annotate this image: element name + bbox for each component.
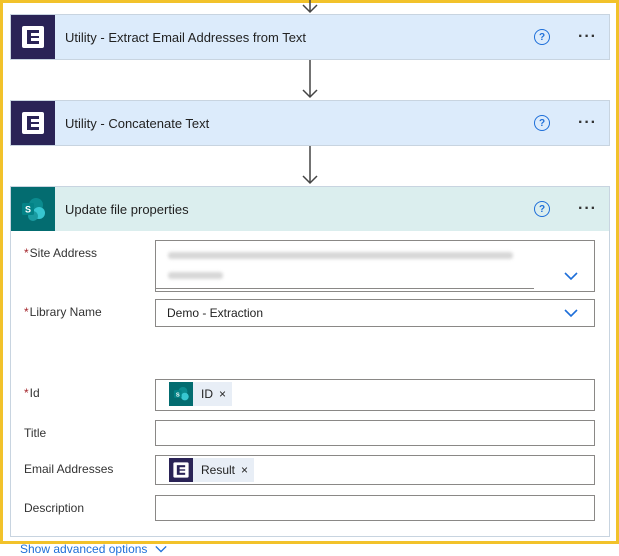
- step-title: Utility - Concatenate Text: [65, 115, 210, 131]
- label-text: Email Addresses: [24, 462, 114, 476]
- chevron-down-icon: [155, 545, 168, 553]
- title-input[interactable]: [155, 420, 595, 446]
- show-advanced-options-link[interactable]: Show advanced options: [20, 542, 168, 556]
- id-field[interactable]: S ID ×: [155, 379, 595, 411]
- chevron-down-icon[interactable]: [564, 306, 578, 320]
- label-text: Library Name: [29, 305, 102, 319]
- email-addresses-label: Email Addresses: [24, 462, 113, 476]
- step-header[interactable]: Utility - Concatenate Text ? ···: [11, 101, 609, 145]
- step-card-concatenate[interactable]: Utility - Concatenate Text ? ···: [10, 100, 610, 146]
- title-label: Title: [24, 426, 46, 440]
- close-icon[interactable]: ×: [219, 387, 226, 401]
- required-mark: *: [24, 305, 29, 319]
- svg-text:S: S: [25, 205, 31, 215]
- help-icon[interactable]: ?: [534, 29, 551, 45]
- label-text: Title: [24, 426, 47, 440]
- close-icon[interactable]: ×: [241, 463, 248, 477]
- encodian-utility-icon: [11, 15, 55, 59]
- step-title: Update file properties: [65, 201, 189, 217]
- flow-arrow-icon: [302, 60, 318, 99]
- site-address-dropdown[interactable]: [155, 240, 595, 292]
- site-address-label: *Site Address: [24, 246, 97, 260]
- library-name-dropdown[interactable]: Demo - Extraction: [155, 299, 595, 327]
- encodian-utility-icon: [169, 458, 193, 482]
- step-header[interactable]: Utility - Extract Email Addresses from T…: [11, 15, 609, 59]
- link-text: Show advanced options: [20, 542, 148, 556]
- more-options-icon[interactable]: ···: [578, 114, 597, 132]
- step-title: Utility - Extract Email Addresses from T…: [65, 29, 307, 45]
- svg-text:S: S: [176, 392, 180, 398]
- id-label: *Id: [24, 386, 40, 400]
- redacted-text: [168, 252, 513, 259]
- step-card-extract-email[interactable]: Utility - Extract Email Addresses from T…: [10, 14, 610, 60]
- encodian-utility-icon: [11, 101, 55, 145]
- sharepoint-icon: S: [11, 187, 55, 231]
- description-label: Description: [24, 501, 84, 515]
- help-icon[interactable]: ?: [534, 115, 551, 131]
- sharepoint-icon: S: [169, 382, 193, 406]
- flow-arrow-icon: [302, 146, 318, 185]
- required-mark: *: [24, 386, 29, 400]
- more-options-icon[interactable]: ···: [578, 200, 597, 218]
- required-mark: *: [24, 246, 29, 260]
- label-text: Site Address: [29, 246, 98, 260]
- flow-arrow-icon: [302, 0, 318, 14]
- result-token[interactable]: Result ×: [169, 458, 255, 482]
- step-card-update-file-properties[interactable]: S Update file properties ? ··· *Site Add…: [10, 186, 610, 556]
- token-label: ID: [201, 387, 213, 401]
- label-text: Id: [29, 386, 40, 400]
- chevron-down-icon[interactable]: [564, 269, 578, 283]
- email-addresses-field[interactable]: Result ×: [155, 455, 595, 485]
- description-input[interactable]: [155, 495, 595, 521]
- step-form: *Site Address *Library Name Demo - Extra…: [11, 231, 609, 556]
- redacted-text: [168, 272, 223, 279]
- more-options-icon[interactable]: ···: [578, 28, 597, 46]
- id-token[interactable]: S ID ×: [169, 382, 233, 406]
- label-text: Description: [24, 501, 85, 515]
- step-header[interactable]: S Update file properties ? ···: [11, 187, 609, 231]
- divider: [156, 288, 534, 289]
- library-name-label: *Library Name: [24, 305, 102, 319]
- library-name-value: Demo - Extraction: [167, 306, 264, 320]
- token-label: Result: [201, 463, 236, 477]
- help-icon[interactable]: ?: [534, 201, 551, 217]
